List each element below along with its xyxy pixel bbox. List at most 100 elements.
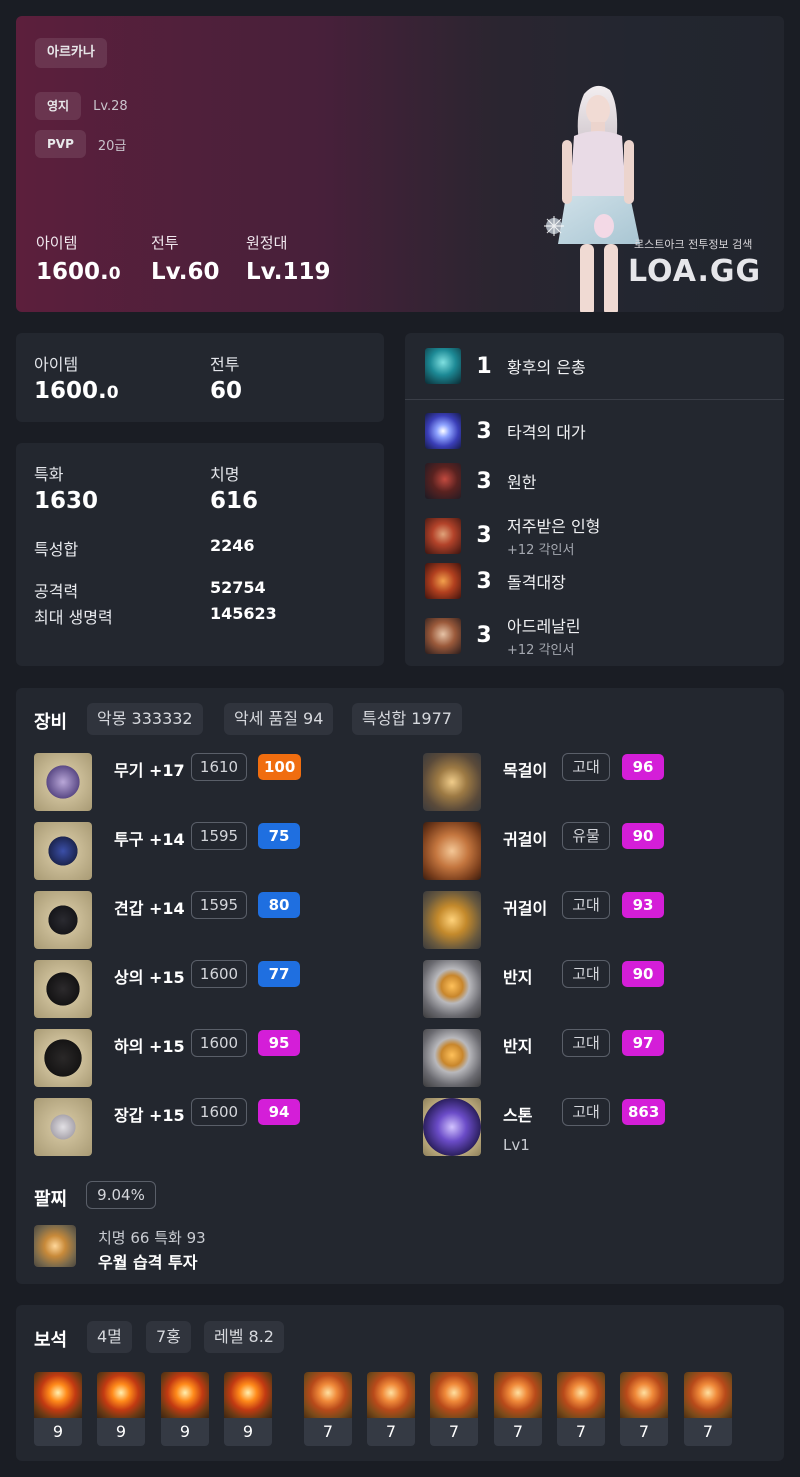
stat-crit-label: 치명 <box>210 465 240 484</box>
accessory-name: 반지 <box>503 968 533 987</box>
accessory-grade: 고대 <box>562 753 610 781</box>
engraving-level: 3 <box>476 418 492 444</box>
gear-name: 장갑 +15 <box>114 1106 185 1125</box>
gear-item-level: 1600 <box>191 1098 247 1126</box>
stat-attack-value: 52754 <box>210 578 266 597</box>
gear-item-level: 1595 <box>191 891 247 919</box>
gloves-icon <box>34 1098 92 1156</box>
accessory-quality: 93 <box>622 892 664 918</box>
accessory-grade: 고대 <box>562 1029 610 1057</box>
stat-spec-label: 특화 <box>34 465 64 484</box>
character-hero: 아르카나 영지 Lv.28 PVP 20급 아이템 1600.0 전투 Lv.6… <box>16 16 784 312</box>
gear-name: 상의 +15 <box>114 968 185 987</box>
shoulder-icon <box>34 891 92 949</box>
raid-captain-icon <box>425 563 461 599</box>
gem-doom[interactable]: 9 <box>34 1372 82 1446</box>
gem-level: 9 <box>224 1418 272 1446</box>
accessory-name: 귀걸이 <box>503 899 548 918</box>
gem-level: 7 <box>430 1418 478 1446</box>
bracelet-effects: 우월 습격 투자 <box>98 1253 198 1272</box>
ability-stone-icon <box>423 1098 481 1156</box>
gem-level: 7 <box>494 1418 542 1446</box>
gem-blossom[interactable]: 7 <box>620 1372 668 1446</box>
engraving-divider <box>405 399 784 400</box>
engraving-name: 아드레날린 <box>507 617 581 636</box>
summary-combat-level: 전투 60 <box>210 351 242 404</box>
gem-blossom[interactable]: 7 <box>557 1372 605 1446</box>
necklace-icon <box>423 753 481 811</box>
engraving-item[interactable]: 1 황후의 은총 <box>425 348 586 384</box>
engraving-name: 돌격대장 <box>507 573 566 592</box>
doom-gem-icon <box>34 1372 82 1418</box>
gear-item-level: 1600 <box>191 960 247 988</box>
pvp-value: 20급 <box>97 138 127 154</box>
hero-expedition-label: 원정대 <box>246 234 288 252</box>
equipment-tag: 악몽 333332 <box>87 703 203 735</box>
stat-hp-value: 145623 <box>210 604 277 623</box>
gem-doom[interactable]: 9 <box>224 1372 272 1446</box>
gear-quality: 80 <box>258 892 300 918</box>
estate-value: Lv.28 <box>93 98 128 114</box>
bracelet-icon[interactable] <box>34 1225 76 1267</box>
engraving-level: 3 <box>476 623 492 648</box>
master-of-strike-icon <box>425 413 461 449</box>
gem-level: 7 <box>304 1418 352 1446</box>
accessory-quality: 96 <box>622 754 664 780</box>
hero-item-value: 1600.0 <box>36 259 121 285</box>
engraving-item[interactable]: 3 타격의 대가 <box>425 413 586 449</box>
blossom-gem-icon <box>430 1372 478 1418</box>
chest-icon <box>34 960 92 1018</box>
gear-name: 투구 +14 <box>114 830 185 849</box>
gear-name: 견갑 +14 <box>114 899 185 918</box>
hero-item-level: 아이템 1600.0 <box>36 232 121 285</box>
summary-card: 아이템 1600.0 전투 60 <box>16 333 384 422</box>
engraving-level: 3 <box>476 523 492 548</box>
stone-level: Lv1 <box>503 1136 530 1154</box>
stats-card: 특화 1630 치명 616 특성합 2246 공격력 52754 최대 생명력… <box>16 443 384 666</box>
engraving-item[interactable]: 3 아드레날린 +12 각인서 <box>425 613 581 658</box>
estate-row: 영지 Lv.28 <box>35 92 128 120</box>
ring-icon <box>423 960 481 1018</box>
earring-icon <box>423 822 481 880</box>
engraving-name: 저주받은 인형 <box>507 517 601 536</box>
accessory-quality: 863 <box>622 1099 666 1125</box>
engraving-item[interactable]: 3 돌격대장 <box>425 563 566 599</box>
equipment-tag: 악세 품질 94 <box>224 703 334 735</box>
stat-attack-label: 공격력 <box>34 582 79 601</box>
gem-doom[interactable]: 9 <box>97 1372 145 1446</box>
equipment-title: 장비 <box>34 712 68 733</box>
engravings-card: 1 황후의 은총 3 타격의 대가 3 원한 3 저주받은 인형 +12 각인서… <box>405 333 784 666</box>
accessory-grade: 고대 <box>562 1098 610 1126</box>
accessory-name: 귀걸이 <box>503 830 548 849</box>
gem-blossom[interactable]: 7 <box>367 1372 415 1446</box>
gems-tag: 4멸 <box>87 1321 132 1353</box>
blossom-gem-icon <box>557 1372 605 1418</box>
engraving-name: 원한 <box>507 473 537 492</box>
gem-level: 7 <box>684 1418 732 1446</box>
summary-combat-label: 전투 <box>210 355 240 374</box>
engraving-item[interactable]: 3 저주받은 인형 +12 각인서 <box>425 513 600 558</box>
gem-level: 9 <box>34 1418 82 1446</box>
brand-tagline: 로스트아크 전투정보 검색 <box>634 238 753 251</box>
gem-blossom[interactable]: 7 <box>684 1372 732 1446</box>
gems-card: 보석 4멸 7홍 레벨 8.2 9 9 9 9 7 7 7 7 7 7 7 <box>16 1305 784 1461</box>
brand-logo: LOA.GG <box>628 254 762 289</box>
doom-gem-icon <box>97 1372 145 1418</box>
summary-item-label: 아이템 <box>34 355 79 374</box>
engraving-item[interactable]: 3 원한 <box>425 463 536 499</box>
stat-crit: 치명 616 <box>210 461 258 514</box>
accessory-quality: 90 <box>622 961 664 987</box>
earring-icon <box>423 891 481 949</box>
gem-blossom[interactable]: 7 <box>494 1372 542 1446</box>
gem-blossom[interactable]: 7 <box>430 1372 478 1446</box>
estate-label: 영지 <box>35 92 82 120</box>
class-badge: 아르카나 <box>35 38 107 68</box>
bracelet-percent: 9.04% <box>86 1181 156 1209</box>
stat-spec-value: 1630 <box>34 488 99 514</box>
gem-blossom[interactable]: 7 <box>304 1372 352 1446</box>
accessory-grade: 고대 <box>562 891 610 919</box>
blossom-gem-icon <box>620 1372 668 1418</box>
hero-item-label: 아이템 <box>36 234 78 252</box>
doom-gem-icon <box>224 1372 272 1418</box>
gem-doom[interactable]: 9 <box>161 1372 209 1446</box>
